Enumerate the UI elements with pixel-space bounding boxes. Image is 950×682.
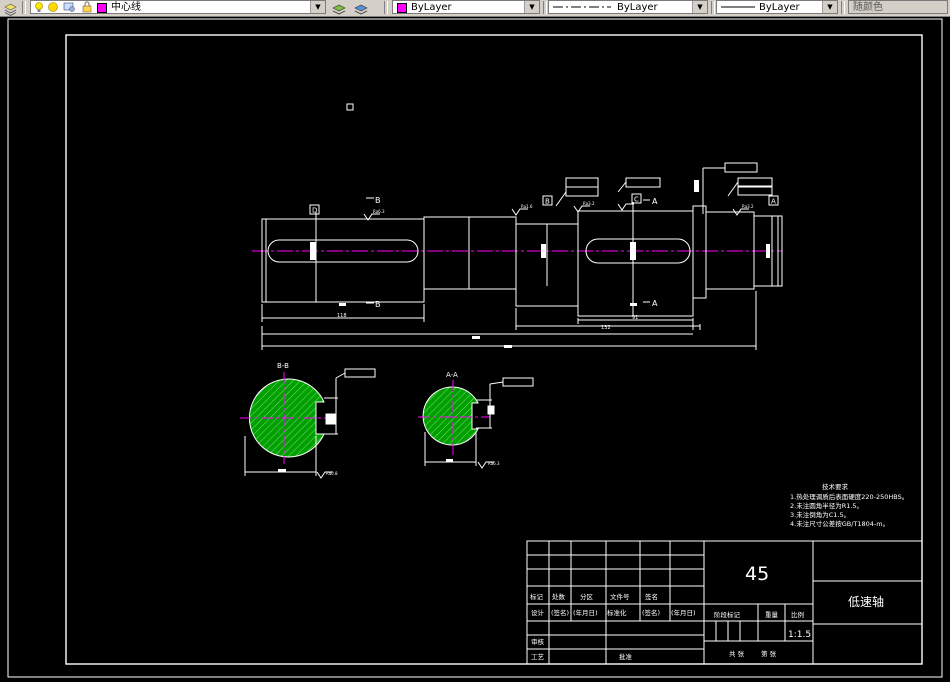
- layer-viewport-icon: [63, 1, 76, 13]
- toolbar-separator: [384, 1, 388, 14]
- title-block-text: 45 低速轴 标记 处数 分区 文件号 签名 设计 (签名) (年月日) 标准化…: [530, 563, 884, 661]
- cut-label-b-top: B: [375, 196, 381, 205]
- drawing-canvas[interactable]: D B C A B B A A 118 91 132 Ra6.3 Ra1.6 R…: [0, 16, 950, 682]
- lineweight-dropdown-arrow-icon[interactable]: ▼: [822, 1, 837, 13]
- color-value: ByLayer: [411, 2, 452, 13]
- roughness-5: Ra0.8: [326, 471, 338, 476]
- dim-118: 118: [337, 313, 347, 319]
- layer-name: 中心线: [111, 2, 141, 13]
- label-stage-mark: 阶段标记: [714, 610, 741, 619]
- color-dropdown-arrow-icon[interactable]: ▼: [524, 1, 539, 13]
- section-a-a-hatch: [422, 386, 479, 446]
- label-scale: 比例: [791, 610, 804, 619]
- plotstyle-value: 随颜色: [853, 2, 883, 13]
- header-signature: 签名: [645, 592, 658, 601]
- roughness-2: Ra1.6: [521, 204, 533, 209]
- dim-132: 132: [601, 325, 611, 331]
- layer-dropdown-arrow-icon[interactable]: ▼: [310, 1, 325, 13]
- toolbar-separator: [543, 1, 547, 14]
- plotstyle-control-dropdown[interactable]: 随颜色: [848, 0, 948, 14]
- scale-value: 1:1.5: [788, 630, 811, 640]
- toolbar-separator: [22, 1, 26, 14]
- dim-91: 91: [632, 315, 638, 321]
- cut-label-a-bottom: A: [652, 299, 658, 308]
- toolbar-separator: [711, 1, 715, 14]
- layer-color-swatch: [97, 3, 107, 13]
- section-a-a: A-A Ra6.3: [418, 371, 534, 469]
- section-b-b-label: B-B: [277, 362, 289, 370]
- shaft-segment-2: [423, 216, 517, 290]
- tech-req-item-4: 4.未注尺寸公差按GB/T1804-m。: [790, 519, 889, 528]
- label-date-2: (年月日): [671, 608, 696, 617]
- datum-b: B: [545, 198, 550, 206]
- label-approve: 批准: [619, 652, 633, 661]
- datum-d: D: [312, 207, 317, 215]
- label-sheet-no: 第 张: [761, 649, 777, 658]
- label-sheets-total: 共 张: [729, 649, 745, 658]
- section-a-a-label: A-A: [446, 371, 458, 379]
- section-b-b: B-B Ra0.8: [240, 362, 376, 479]
- label-review: 审核: [531, 637, 545, 646]
- roughness-3: Ra3.2: [583, 201, 595, 206]
- layer-previous-icon[interactable]: [354, 1, 368, 15]
- make-object-layer-current-icon[interactable]: [332, 1, 346, 15]
- technical-requirements: 技术要求 1.热处理调质后表面硬度220-250HBS。 2.未注圆角半径为R1…: [790, 482, 908, 528]
- label-date-1: (年月日): [573, 608, 598, 617]
- layer-thaw-sun-icon: [47, 1, 60, 13]
- linetype-control-dropdown[interactable]: ByLayer ▼: [548, 0, 708, 14]
- lineweight-control-dropdown[interactable]: ByLayer ▼: [716, 0, 838, 14]
- label-weight: 重量: [765, 611, 779, 619]
- datum-a: A: [771, 198, 776, 206]
- inner-frame: [65, 34, 923, 665]
- shaft-segment-1: [261, 218, 425, 303]
- tech-req-item-2: 2.未注圆角半径为R1.5。: [790, 501, 863, 510]
- layer-lock-icon: [81, 1, 94, 13]
- material-value: 45: [745, 563, 769, 585]
- properties-toolbar: 中心线 ▼ ByLayer ▼ ByLayer ▼ ByLayer ▼ 随颜色: [0, 0, 950, 17]
- linetype-dropdown-arrow-icon[interactable]: ▼: [692, 1, 707, 13]
- label-process: 工艺: [531, 653, 545, 661]
- color-swatch: [397, 3, 407, 13]
- header-mark: 标记: [530, 592, 544, 601]
- cut-label-a-top: A: [652, 197, 658, 206]
- tech-req-title: 技术要求: [822, 482, 849, 491]
- roughness-6: Ra6.3: [488, 461, 500, 466]
- label-standardize: 标准化: [607, 608, 627, 617]
- header-doc-no: 文件号: [610, 592, 630, 601]
- cut-label-b-bottom: B: [375, 300, 381, 309]
- roughness-4: Ra3.2: [742, 204, 754, 209]
- datum-c: C: [634, 196, 639, 204]
- tech-req-item-3: 3.未注倒角为C1.5。: [790, 510, 850, 519]
- header-count: 处数: [552, 592, 566, 601]
- label-sign-2: (签名): [642, 608, 660, 617]
- ucs-marker: [346, 103, 354, 111]
- lineweight-preview-icon: [721, 1, 755, 13]
- linetype-value: ByLayer: [617, 2, 658, 13]
- layer-dropdown[interactable]: 中心线 ▼: [30, 0, 326, 14]
- roughness-1: Ra6.3: [373, 209, 385, 214]
- lineweight-value: ByLayer: [759, 2, 800, 13]
- color-control-dropdown[interactable]: ByLayer ▼: [392, 0, 540, 14]
- part-name: 低速轴: [848, 594, 884, 609]
- label-design: 设计: [531, 608, 545, 617]
- shaft-collar: [692, 205, 707, 299]
- toolbar-separator: [841, 1, 845, 14]
- label-sign-1: (签名): [551, 608, 569, 617]
- header-zone: 分区: [580, 592, 594, 601]
- linetype-preview-icon: [553, 1, 611, 13]
- outer-border: [7, 18, 943, 678]
- shaft-main-view: [252, 162, 783, 350]
- layer-on-bulb-icon: [33, 1, 46, 13]
- tech-req-item-1: 1.热处理调质后表面硬度220-250HBS。: [790, 492, 908, 501]
- layer-manager-icon[interactable]: [4, 1, 17, 16]
